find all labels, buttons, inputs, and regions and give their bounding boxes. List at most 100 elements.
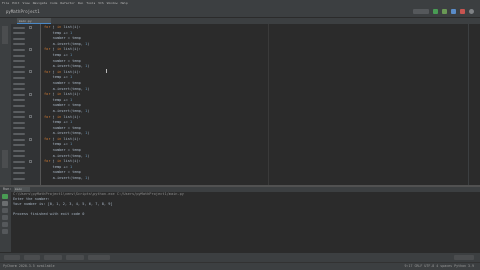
code-token: number = temp [44, 125, 81, 130]
code-token: temp += [44, 164, 70, 169]
line-number [13, 99, 25, 102]
line-number [13, 82, 25, 85]
print-icon[interactable] [2, 222, 8, 227]
line-number [13, 104, 25, 107]
fold-marker-icon[interactable] [29, 92, 32, 96]
console-command: C:\Users\pyMathProject1\venv\Scripts\pyt… [13, 192, 184, 196]
menu-item-run[interactable]: Run [78, 1, 83, 5]
menu-item-tools[interactable]: Tools [86, 1, 95, 5]
coverage-icon[interactable] [451, 9, 456, 14]
menu-item-window[interactable]: Window [107, 1, 118, 5]
menu-item-view[interactable]: View [22, 1, 29, 5]
debug-icon[interactable] [442, 9, 447, 14]
scroll-down-icon[interactable] [2, 215, 8, 220]
stop-icon[interactable] [460, 9, 465, 14]
line-number [13, 177, 25, 180]
line-number [13, 172, 25, 175]
rerun-icon[interactable] [2, 194, 8, 199]
code-token: ) [87, 131, 90, 136]
code-token: temp += [44, 30, 70, 35]
code-token: temp += [44, 97, 70, 102]
code-token: 1 [69, 120, 73, 125]
code-token: list(i): [63, 25, 81, 29]
text-cursor [106, 69, 107, 73]
code-token: temp += [44, 142, 70, 147]
status-bar: PyCharm 2020.3.5 available 9:17 CRLF UTF… [0, 262, 480, 270]
code-token: number = temp [44, 103, 81, 108]
left-tool-strip [0, 18, 11, 185]
fold-marker-icon[interactable] [29, 137, 32, 141]
fold-marker-icon[interactable] [29, 25, 32, 29]
stop-icon[interactable] [2, 201, 8, 206]
menu-item-help[interactable]: Help [121, 1, 128, 5]
run-tool-tab[interactable] [4, 255, 20, 260]
console-output: Your number is: [0, 1, 2, 3, 4, 5, 6, 7,… [13, 202, 113, 206]
code-token: a.insert(temp, [44, 64, 86, 69]
code-token: list(i): [63, 47, 81, 52]
menu-item-code[interactable]: Code [50, 1, 57, 5]
line-number-gutter [11, 24, 41, 185]
line-number [13, 138, 25, 141]
code-token: temp += [44, 120, 70, 125]
code-token: a.insert(temp, [44, 153, 86, 158]
line-number [13, 26, 25, 29]
code-token: list(i): [63, 159, 81, 164]
problems-tool-tab[interactable] [44, 255, 62, 260]
line-number [13, 110, 25, 113]
code-token: for [44, 136, 53, 141]
menu-item-refactor[interactable]: Refactor [60, 1, 74, 5]
code-token: for [44, 92, 53, 97]
menu-item-edit[interactable]: Edit [12, 1, 19, 5]
line-number [13, 65, 25, 68]
code-line: a.insert(temp, 1) [44, 176, 90, 182]
cursor-position[interactable]: 9:17 CRLF UTF-8 4 spaces Python 3.9 [405, 264, 474, 268]
run-console[interactable] [11, 192, 480, 252]
code-token: number = temp [44, 170, 81, 175]
code-token: temp += [44, 75, 70, 80]
line-number [13, 127, 25, 130]
line-number [13, 32, 25, 35]
code-token: ) [87, 176, 90, 181]
fold-marker-icon[interactable] [29, 115, 32, 119]
line-number [13, 54, 25, 57]
editor-scrollbar[interactable] [468, 24, 480, 185]
code-token: number = temp [44, 58, 81, 63]
status-message[interactable]: PyCharm 2020.3.5 available [3, 264, 55, 268]
todo-tool-tab[interactable] [24, 255, 40, 260]
line-number [13, 60, 25, 63]
menu-item-vcs[interactable]: VCS [98, 1, 103, 5]
code-token: list(i): [63, 136, 81, 141]
fold-marker-icon[interactable] [29, 159, 32, 163]
run-icon[interactable] [433, 9, 438, 14]
menu-item-file[interactable]: File [2, 1, 9, 5]
navigation-bar: pyMathProject1 [0, 5, 480, 18]
event-log-tab[interactable] [454, 255, 474, 260]
line-number [13, 43, 25, 46]
toolbar [413, 9, 474, 14]
code-token: a.insert(temp, [44, 176, 86, 181]
code-lines: for j in list(i): temp += 1 number = tem… [44, 25, 89, 182]
code-token: list(i): [63, 69, 81, 74]
code-token: for [44, 47, 53, 52]
fold-marker-icon[interactable] [29, 47, 32, 51]
terminal-tool-tab[interactable] [66, 255, 84, 260]
console-exit-message: Process finished with exit code 0 [13, 212, 85, 216]
code-token: 1 [69, 142, 73, 147]
structure-tool-tab[interactable] [2, 150, 8, 168]
search-icon[interactable] [469, 9, 474, 14]
line-number [13, 132, 25, 135]
project-tool-tab[interactable] [2, 26, 8, 44]
code-token: ) [87, 86, 90, 91]
project-breadcrumb[interactable]: pyMathProject1 [6, 9, 40, 14]
code-token: list(i): [63, 114, 81, 119]
clear-icon[interactable] [2, 229, 8, 234]
code-token: number = temp [44, 80, 81, 85]
fold-marker-icon[interactable] [29, 70, 32, 74]
run-config-icon[interactable] [413, 9, 429, 14]
python-console-tab[interactable] [88, 255, 110, 260]
code-editor[interactable] [41, 24, 468, 185]
scroll-up-icon[interactable] [2, 208, 8, 213]
line-number [13, 160, 25, 163]
menu-item-navigate[interactable]: Navigate [33, 1, 47, 5]
line-number [13, 144, 25, 147]
